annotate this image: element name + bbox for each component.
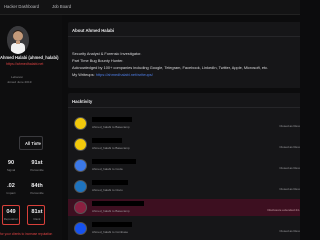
chevron-down-icon: ▾ (36, 140, 39, 145)
hacktivity-row-text: Ahmed_halabi to Coinbase (92, 230, 129, 234)
hacktivity-row[interactable]: Ahmed_halabi to Coda Closed as Resolved (68, 157, 300, 174)
hacktivity-row-text: Ahmed_halabi to Coda (92, 167, 123, 171)
redacted-report-title (92, 201, 144, 206)
divider (68, 36, 300, 37)
signal-value: 90 (7, 160, 15, 166)
redacted-report-title (92, 138, 122, 143)
hacktivity-row-status: Closed as Resolved (279, 187, 300, 191)
hacktivity-card: Hacktivity Ahmed_halabi to Basecamp Close… (68, 93, 300, 240)
basecamp-logo-icon (74, 138, 87, 151)
writeups-link[interactable]: https://ahmedhalabi.net/writeups/ (96, 72, 153, 77)
timeframe-select[interactable]: All Time ▾ (19, 136, 43, 150)
signal-percentile-value: 91st (31, 160, 43, 166)
hacktivity-row-text: Ahmed_halabi to Basecamp (92, 125, 130, 129)
impact-label: Impact (6, 191, 16, 195)
profile-username: Ahmed Halabi (ahmed_halabi) (0, 55, 59, 60)
about-line: Acknowledged by 100+ companies including… (72, 65, 269, 70)
divider (68, 107, 300, 108)
profile-sidebar: Ahmed Halabi (ahmed_halabi) https://ahme… (0, 15, 62, 240)
coda-logo-icon (74, 159, 87, 172)
reputation-value: 049 (6, 209, 16, 215)
hacktivity-title: Hacktivity (72, 99, 93, 104)
cisco-logo-icon (74, 180, 87, 193)
hacktivity-row-text: Ahmed_halabi to Basecamp (92, 209, 130, 213)
basecamp-logo-icon (74, 201, 87, 214)
nav-hacker-dashboard[interactable]: Hacker Dashboard (4, 4, 39, 9)
profile-page: Hacker Dashboard Job Board Ahmed Halabi … (0, 0, 300, 240)
top-nav-bar: Hacker Dashboard Job Board (0, 0, 300, 15)
avatar-photo-icon (7, 26, 29, 54)
coinbase-logo-icon (74, 222, 87, 235)
avatar (7, 26, 29, 54)
hacktivity-row-text: Ahmed_halabi to Basecamp (92, 146, 130, 150)
hacktivity-row[interactable]: Ahmed_halabi to Cisco Closed as Resolved (68, 178, 300, 195)
reputation-note: for your clients to increase reputation (0, 232, 53, 236)
hacktivity-row[interactable]: Ahmed_halabi to Coinbase Closed as Resolv… (68, 220, 300, 237)
redacted-report-title (92, 222, 132, 227)
profile-joined-date: Joined June 2019 (7, 80, 32, 84)
rank-value: 81st (31, 209, 43, 215)
rank-box (27, 205, 45, 225)
nav-job-board[interactable]: Job Board (52, 4, 71, 9)
hacktivity-row-text: Ahmed_halabi to Cisco (92, 188, 123, 192)
basecamp-logo-icon (74, 117, 87, 130)
hacktivity-row-status: Closed as Resolved (279, 166, 300, 170)
profile-location: Lebanon (11, 75, 24, 79)
about-card: About Ahmed Halabi Security Analyst & Fo… (68, 22, 300, 88)
about-line: Part Time Bug Bounty Hunter. (72, 58, 124, 63)
reputation-box (2, 205, 20, 225)
impact-value: .02 (7, 183, 15, 189)
writeups-prefix: My Writeups: (72, 72, 96, 77)
main-content: About Ahmed Halabi Security Analyst & Fo… (62, 15, 300, 240)
redacted-report-title (92, 159, 136, 164)
hacktivity-row-status: Closed as Resolved (279, 229, 300, 233)
hacktivity-row[interactable]: Ahmed_halabi to Basecamp Closed as Resolv… (68, 136, 300, 153)
hacktivity-row-status: Closed as Resolved (279, 145, 300, 149)
redacted-report-title (92, 117, 132, 122)
profile-website-link[interactable]: https://ahmedhalabi.net (6, 62, 43, 66)
hacktivity-row[interactable]: Ahmed_halabi to Basecamp Disclosure exten… (68, 199, 300, 216)
reputation-label: Reputation (3, 217, 19, 221)
about-title: About Ahmed Halabi (72, 28, 115, 33)
about-writeups-line: My Writeups: https://ahmedhalabi.net/wri… (72, 72, 153, 77)
redacted-report-title (92, 180, 128, 185)
signal-percentile-label: Percentile (30, 168, 44, 172)
hacktivity-row-status: Closed as Resolved (279, 124, 300, 128)
hacktivity-row-status: Disclosure extended 24 days (267, 208, 300, 212)
impact-percentile-label: Percentile (30, 191, 44, 195)
rank-label: Rank (33, 217, 41, 221)
signal-label: Signal (6, 168, 16, 172)
about-line: Security Analyst & Forensic Investigator… (72, 51, 142, 56)
impact-percentile-value: 84th (31, 183, 43, 189)
hacktivity-row[interactable]: Ahmed_halabi to Basecamp Closed as Resolv… (68, 115, 300, 132)
